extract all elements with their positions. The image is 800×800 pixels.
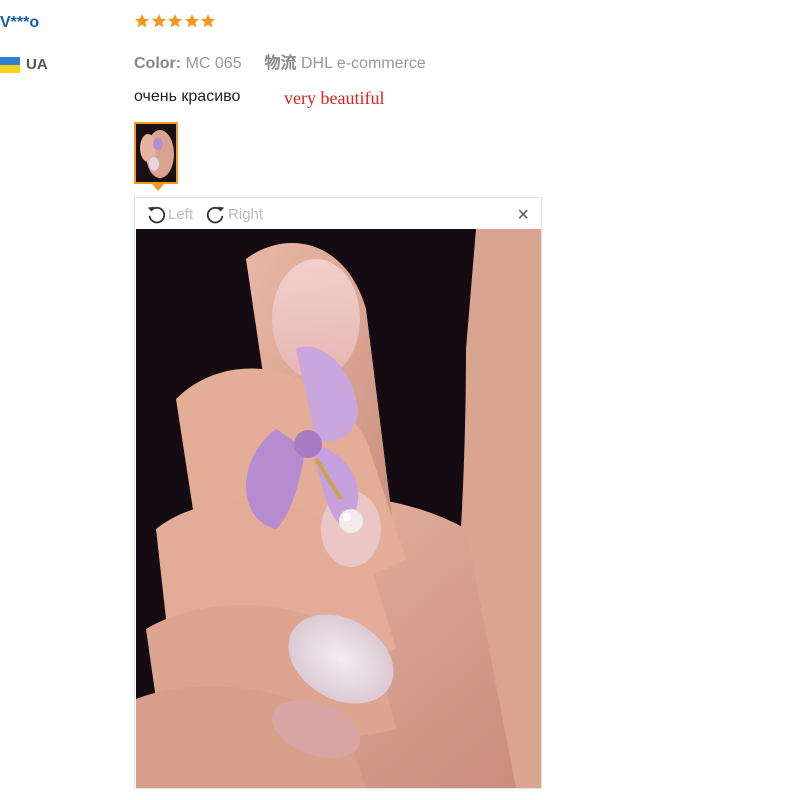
thumbnail-pointer: [152, 184, 164, 191]
reviewer-username: V***o: [0, 14, 40, 31]
rotate-left-icon: [147, 206, 166, 224]
rotate-right-icon: [206, 206, 225, 224]
star-icon: [135, 14, 149, 28]
star-icon: [184, 14, 199, 28]
logistics-value: DHL e-commerce: [300, 55, 426, 72]
star-icon: [168, 14, 182, 28]
photo-viewer: Left Right ×: [134, 197, 542, 789]
star-rating: [134, 13, 217, 29]
rotate-right-label: Right: [228, 205, 264, 223]
close-icon[interactable]: ×: [517, 204, 529, 227]
rotate-right-button[interactable]: Right: [205, 203, 263, 225]
star-icon: [201, 14, 215, 28]
order-meta: Color: MC 065 物流 DHL e-commerce: [134, 49, 426, 73]
logistics-label: 物流: [264, 55, 297, 72]
star-icon: [151, 14, 166, 28]
nail-art-photo: [136, 229, 541, 788]
thumbnail-image: [136, 124, 176, 182]
reviewer-country: UA: [0, 56, 48, 73]
review-text: очень красиво: [134, 88, 241, 105]
color-value: MC 065: [185, 55, 242, 72]
review-photo: [136, 229, 541, 788]
review-translation: very beautiful: [284, 88, 385, 108]
ukraine-flag-icon: [0, 56, 20, 73]
photo-viewer-toolbar: Left Right ×: [135, 198, 541, 230]
country-code: UA: [26, 56, 48, 73]
rotate-left-label: Left: [168, 205, 194, 223]
color-label: Color:: [134, 55, 182, 72]
rotate-left-button[interactable]: Left: [145, 203, 193, 225]
review-photo-thumbnail[interactable]: [134, 122, 178, 184]
